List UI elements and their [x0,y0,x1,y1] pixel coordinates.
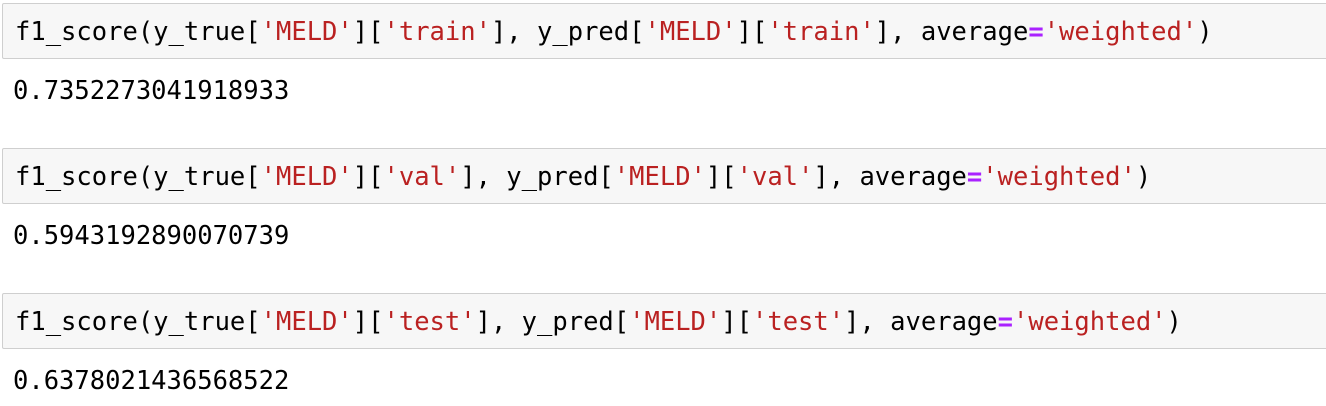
cell-output-1: 0.7352273041918933 [13,76,290,106]
code-token: 'weighted' [1013,307,1167,337]
code-token: 'val' [736,162,814,192]
code-token: ][ [352,162,384,192]
notebook-cell-1: f1_score(y_true['MELD']['train'], y_pred… [0,0,1326,120]
code-token: f1_score(y_true[ [15,307,261,337]
code-token: ], y_pred[ [475,307,630,337]
code-token: 'MELD' [260,307,353,337]
code-token: 'MELD' [644,17,737,47]
notebook-cell-3: f1_score(y_true['MELD']['test'], y_pred[… [0,290,1326,406]
code-token: 'weighted' [1043,17,1198,47]
code-token: ][ [352,17,384,47]
code-token: ][ [721,307,752,337]
code-token: ][ [736,17,768,47]
code-token: 'weighted' [982,162,1136,192]
code-token: 'test' [383,307,476,337]
code-input-cell-1[interactable]: f1_score(y_true['MELD']['train'], y_pred… [2,3,1326,59]
code-token: ], average [844,307,998,337]
notebook-cell-2: f1_score(y_true['MELD']['val'], y_pred['… [0,145,1326,265]
code-input-cell-2[interactable]: f1_score(y_true['MELD']['val'], y_pred['… [2,148,1326,204]
code-token: f1_score(y_true[ [15,162,261,192]
code-line: f1_score(y_true['MELD']['test'], y_pred[… [15,294,1182,350]
code-input-cell-3[interactable]: f1_score(y_true['MELD']['test'], y_pred[… [2,293,1326,349]
code-token: 'train' [383,17,491,47]
code-token: ][ [352,307,384,337]
code-token: ], average [874,17,1029,47]
code-token: = [966,162,983,192]
code-token: 'train' [767,17,875,47]
code-line: f1_score(y_true['MELD']['train'], y_pred… [15,4,1213,60]
code-token: ) [1197,17,1213,47]
code-token: f1_score(y_true[ [15,17,261,47]
code-token: ][ [705,162,737,192]
code-token: 'MELD' [613,162,706,192]
code-token: 'MELD' [629,307,722,337]
code-token: = [1028,17,1044,47]
code-token: 'MELD' [260,17,353,47]
cell-output-3: 0.6378021436568522 [13,366,290,396]
code-token: ) [1166,307,1182,337]
code-token: ], y_pred[ [460,162,614,192]
code-token: 'test' [751,307,845,337]
code-token: 'val' [383,162,461,192]
code-token: ) [1135,162,1152,192]
code-token: ], average [813,162,967,192]
code-line: f1_score(y_true['MELD']['val'], y_pred['… [15,149,1151,205]
code-token: = [997,307,1013,337]
code-token: ], y_pred[ [490,17,645,47]
cell-output-2: 0.5943192890070739 [13,221,290,251]
code-token: 'MELD' [260,162,353,192]
